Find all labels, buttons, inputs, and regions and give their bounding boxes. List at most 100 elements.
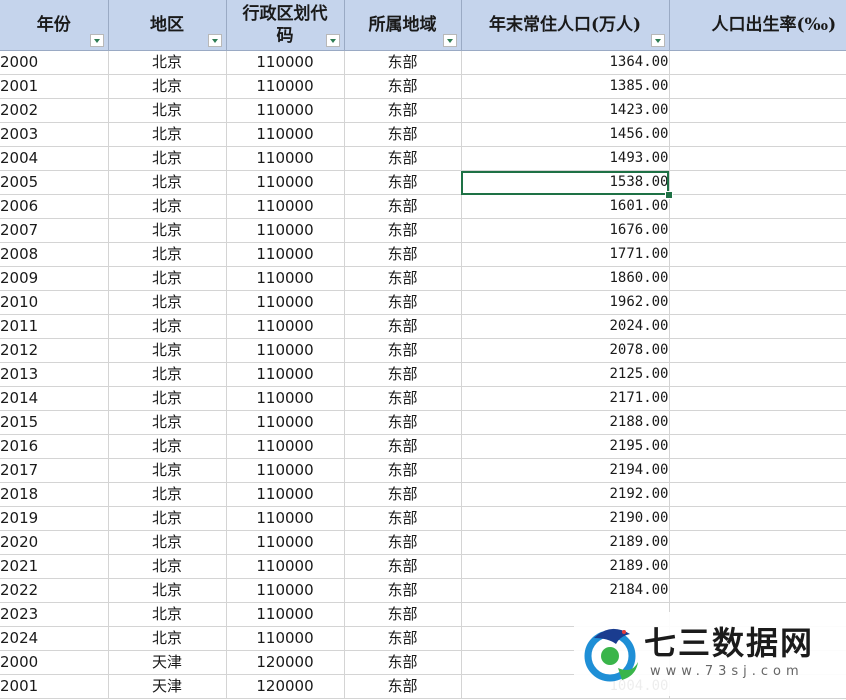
cell-region[interactable]: 北京 xyxy=(108,482,227,507)
cell-population[interactable]: 2192.00 xyxy=(461,482,670,507)
cell-code[interactable]: 120000 xyxy=(226,674,345,699)
cell-population[interactable]: 1385.00 xyxy=(461,74,670,99)
cell-area[interactable]: 东部 xyxy=(344,674,462,699)
column-header-year[interactable]: 年份 xyxy=(0,0,109,51)
cell-area[interactable]: 东部 xyxy=(344,290,462,315)
cell-area[interactable]: 东部 xyxy=(344,338,462,363)
cell-region[interactable]: 北京 xyxy=(108,170,227,195)
cell-region[interactable]: 北京 xyxy=(108,290,227,315)
cell-area[interactable]: 东部 xyxy=(344,362,462,387)
cell-code[interactable]: 110000 xyxy=(226,410,345,435)
cell-region[interactable]: 北京 xyxy=(108,122,227,147)
cell-year[interactable]: 2001 xyxy=(0,74,109,99)
cell-population[interactable]: 1771.00 xyxy=(461,242,670,267)
cell-region[interactable]: 天津 xyxy=(108,650,227,675)
cell-code[interactable]: 110000 xyxy=(226,98,345,123)
cell-area[interactable]: 东部 xyxy=(344,98,462,123)
cell-code[interactable]: 110000 xyxy=(226,530,345,555)
cell-year[interactable]: 2013 xyxy=(0,362,109,387)
cell-code[interactable]: 110000 xyxy=(226,626,345,651)
column-header-area[interactable]: 所属地域 xyxy=(344,0,462,51)
cell-year[interactable]: 2009 xyxy=(0,266,109,291)
cell-population[interactable]: 2024.00 xyxy=(461,314,670,339)
cell-year[interactable]: 2020 xyxy=(0,530,109,555)
cell-area[interactable]: 东部 xyxy=(344,506,462,531)
cell-birth-rate[interactable]: 7. xyxy=(669,410,846,435)
cell-population[interactable]: 1601.00 xyxy=(461,194,670,219)
cell-region[interactable]: 北京 xyxy=(108,386,227,411)
cell-birth-rate[interactable]: 6. xyxy=(669,170,846,195)
cell-population[interactable]: 2171.00 xyxy=(461,386,670,411)
cell-area[interactable]: 东部 xyxy=(344,218,462,243)
cell-code[interactable]: 110000 xyxy=(226,506,345,531)
cell-region[interactable]: 天津 xyxy=(108,674,227,699)
cell-code[interactable]: 110000 xyxy=(226,602,345,627)
cell-region[interactable]: 北京 xyxy=(108,530,227,555)
cell-birth-rate[interactable]: 8. xyxy=(669,266,846,291)
cell-area[interactable]: 东部 xyxy=(344,50,462,75)
cell-birth-rate[interactable]: 8. xyxy=(669,314,846,339)
cell-year[interactable]: 2014 xyxy=(0,386,109,411)
cell-year[interactable]: 2018 xyxy=(0,482,109,507)
cell-code[interactable]: 110000 xyxy=(226,50,345,75)
cell-region[interactable]: 北京 xyxy=(108,314,227,339)
cell-birth-rate[interactable]: 5. xyxy=(669,578,846,603)
cell-area[interactable]: 东部 xyxy=(344,386,462,411)
cell-population[interactable]: 2184.00 xyxy=(461,578,670,603)
cell-region[interactable]: 北京 xyxy=(108,626,227,651)
cell-region[interactable]: 北京 xyxy=(108,50,227,75)
cell-year[interactable]: 2010 xyxy=(0,290,109,315)
cell-year[interactable]: 2012 xyxy=(0,338,109,363)
cell-area[interactable]: 东部 xyxy=(344,434,462,459)
cell-population[interactable]: 1456.00 xyxy=(461,122,670,147)
cell-birth-rate[interactable]: 8. xyxy=(669,218,846,243)
column-header-population[interactable]: 年末常住人口(万人) xyxy=(461,0,670,51)
cell-area[interactable]: 东部 xyxy=(344,626,462,651)
filter-dropdown-icon[interactable] xyxy=(89,34,104,47)
cell-code[interactable]: 110000 xyxy=(226,482,345,507)
cell-area[interactable]: 东部 xyxy=(344,146,462,171)
cell-year[interactable]: 2021 xyxy=(0,554,109,579)
cell-birth-rate[interactable]: 9. xyxy=(669,434,846,459)
cell-area[interactable]: 东部 xyxy=(344,650,462,675)
cell-code[interactable]: 110000 xyxy=(226,218,345,243)
cell-region[interactable]: 北京 xyxy=(108,362,227,387)
cell-birth-rate[interactable]: 6. xyxy=(669,146,846,171)
cell-region[interactable]: 北京 xyxy=(108,194,227,219)
column-header-region[interactable]: 地区 xyxy=(108,0,227,51)
cell-year[interactable]: 2024 xyxy=(0,626,109,651)
cell-population[interactable]: 1676.00 xyxy=(461,218,670,243)
cell-code[interactable]: 110000 xyxy=(226,290,345,315)
column-header-birth-rate[interactable]: 人口出生率(‰) xyxy=(669,0,846,51)
cell-birth-rate[interactable]: 6. xyxy=(669,194,846,219)
cell-code[interactable]: 110000 xyxy=(226,578,345,603)
cell-area[interactable]: 东部 xyxy=(344,314,462,339)
cell-birth-rate[interactable]: 8. xyxy=(669,506,846,531)
cell-year[interactable]: 2006 xyxy=(0,194,109,219)
cell-code[interactable]: 110000 xyxy=(226,434,345,459)
cell-region[interactable]: 北京 xyxy=(108,242,227,267)
cell-population[interactable]: 1962.00 xyxy=(461,290,670,315)
filter-dropdown-icon[interactable] xyxy=(207,34,222,47)
cell-birth-rate[interactable]: 7. xyxy=(669,290,846,315)
cell-birth-rate[interactable]: 8. xyxy=(669,482,846,507)
selected-cell[interactable]: 1538.00 xyxy=(461,170,670,195)
cell-region[interactable]: 北京 xyxy=(108,146,227,171)
cell-year[interactable]: 2019 xyxy=(0,506,109,531)
cell-birth-rate[interactable]: 9. xyxy=(669,458,846,483)
cell-year[interactable]: 2022 xyxy=(0,578,109,603)
cell-year[interactable]: 2008 xyxy=(0,242,109,267)
cell-code[interactable]: 110000 xyxy=(226,242,345,267)
cell-code[interactable]: 110000 xyxy=(226,554,345,579)
cell-birth-rate[interactable]: 6. xyxy=(669,554,846,579)
cell-code[interactable]: 110000 xyxy=(226,194,345,219)
cell-population[interactable]: 1493.00 xyxy=(461,146,670,171)
cell-area[interactable]: 东部 xyxy=(344,74,462,99)
cell-year[interactable]: 2023 xyxy=(0,602,109,627)
cell-region[interactable]: 北京 xyxy=(108,602,227,627)
cell-region[interactable]: 北京 xyxy=(108,338,227,363)
cell-population[interactable]: 2195.00 xyxy=(461,434,670,459)
cell-region[interactable]: 北京 xyxy=(108,74,227,99)
cell-region[interactable]: 北京 xyxy=(108,410,227,435)
cell-year[interactable]: 2015 xyxy=(0,410,109,435)
